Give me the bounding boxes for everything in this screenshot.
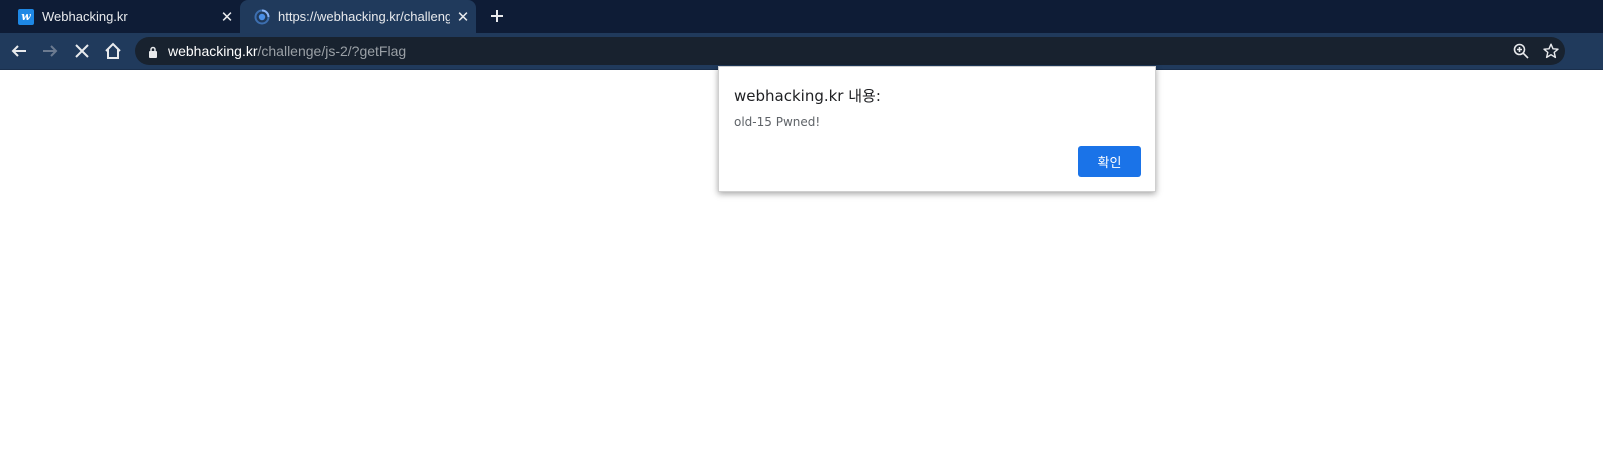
tab-webhacking[interactable]: w Webhacking.kr ✕	[0, 0, 240, 33]
home-icon[interactable]	[100, 38, 126, 64]
browser-toolbar: webhacking.kr/challenge/js-2/?getFlag	[0, 33, 1603, 70]
back-arrow-icon[interactable]	[6, 38, 32, 64]
bookmark-star-icon[interactable]	[1541, 41, 1561, 61]
tab-strip: w Webhacking.kr ✕ https://webhacking.kr/…	[0, 0, 1603, 33]
zoom-icon[interactable]	[1511, 41, 1531, 61]
lock-icon[interactable]	[148, 45, 158, 63]
tab-challenge[interactable]: https://webhacking.kr/challenge/js-2/ ✕	[240, 0, 476, 33]
tab-title: Webhacking.kr	[42, 9, 128, 24]
plus-icon[interactable]	[484, 3, 510, 29]
ok-button[interactable]: 확인	[1078, 146, 1141, 177]
url-text[interactable]: webhacking.kr/challenge/js-2/?getFlag	[168, 43, 406, 59]
url-path: /challenge/js-2/?getFlag	[257, 43, 407, 59]
dialog-message: old-15 Pwned!	[734, 115, 821, 129]
url-host: webhacking.kr	[168, 43, 258, 59]
tab-title: https://webhacking.kr/challenge/js-2/	[278, 9, 450, 24]
alert-dialog: webhacking.kr 내용: old-15 Pwned! 확인	[718, 66, 1156, 192]
close-tab-icon[interactable]: ✕	[450, 8, 476, 26]
close-tab-icon[interactable]: ✕	[214, 8, 240, 26]
dialog-title: webhacking.kr 내용:	[734, 87, 881, 105]
forward-arrow-icon[interactable]	[37, 38, 63, 64]
address-bar[interactable]: webhacking.kr/challenge/js-2/?getFlag	[135, 37, 1565, 65]
loading-globe-icon	[254, 9, 270, 25]
stop-loading-icon[interactable]	[69, 38, 95, 64]
w-logo-icon: w	[18, 8, 34, 25]
